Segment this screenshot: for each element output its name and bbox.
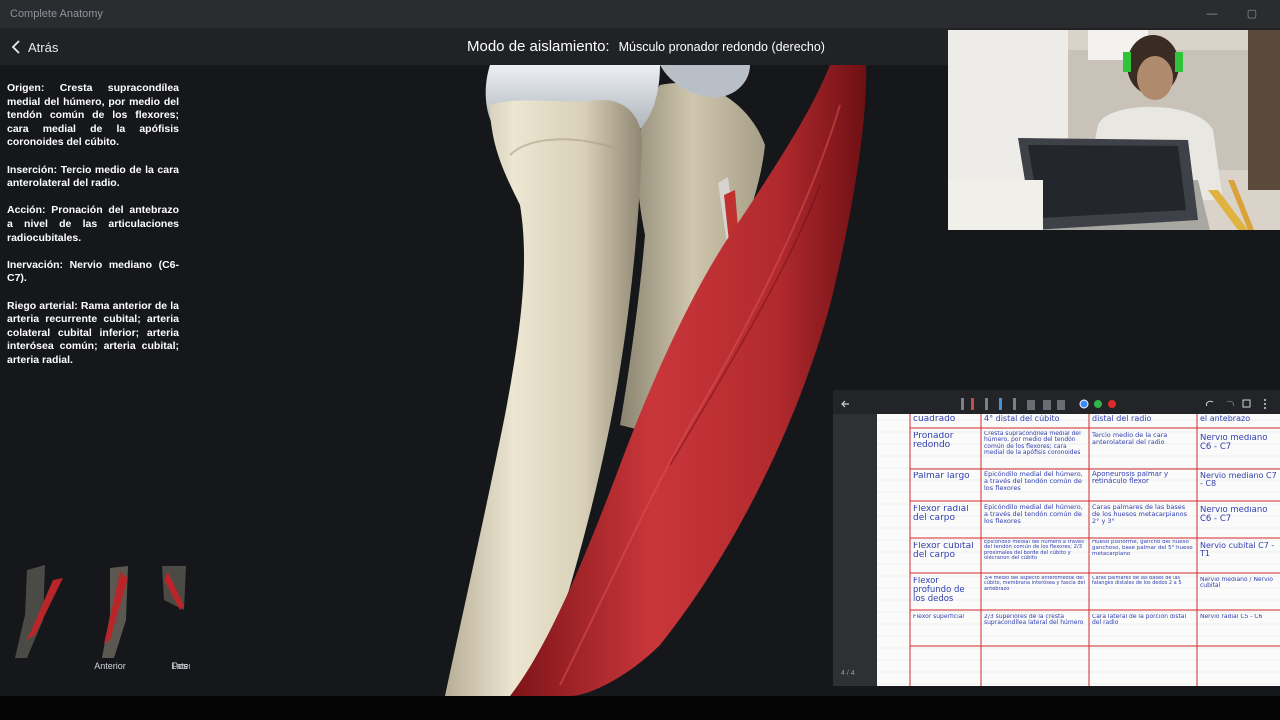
chevron-left-icon — [11, 40, 20, 54]
table-cell: Nervio radial C5 - C6 — [1200, 614, 1263, 620]
table-cell: Cara lateral de la porción distal del ra… — [1092, 614, 1187, 627]
table-cell: 2/3 superiores de la cresta supracondíle… — [984, 614, 1084, 627]
table-cell: Nervio mediano C6 - C7 — [1200, 434, 1268, 452]
table-cell: Nervio mediano C7 - C8 — [1200, 472, 1277, 489]
muscle-info-panel: Origen: Cresta supracondílea medial del … — [7, 82, 179, 381]
table-cell: Tercio medio de la cara anterolateral de… — [1092, 432, 1168, 446]
table-cell: cuadrado — [913, 415, 956, 424]
table-cell: Epicóndilo medial del húmero, a través d… — [984, 504, 1083, 525]
table-cell: el antebrazo — [1200, 415, 1251, 423]
table-cell: Caras palmares de las bases de las falan… — [1092, 576, 1182, 587]
webcam-overlay — [948, 30, 1280, 230]
isolation-mode-title: Modo de aislamiento: Músculo pronador re… — [467, 38, 825, 55]
table-cell: Cresta supracondílea medial del húmero, … — [984, 431, 1081, 456]
notes-overlay[interactable]: cuadrado 4° distal del cúbito distal del… — [833, 390, 1280, 686]
table-cell: Flexor radial del carpo — [913, 505, 969, 524]
back-label: Atrás — [28, 39, 59, 55]
table-cell: 4° distal del cúbito — [984, 415, 1060, 423]
lateral-view-icon — [102, 566, 128, 658]
table-cell: Hueso pisiforme, gancho del hueso gancho… — [1092, 540, 1193, 557]
restore-button[interactable]: ▢ — [1244, 6, 1260, 22]
blood-supply-text: Riego arterial: Rama anterior de la arte… — [7, 299, 179, 366]
table-cell: Epicóndilo medial del húmero a través de… — [984, 540, 1084, 562]
posterior-view-icon — [162, 566, 186, 610]
thumbnail-posterior[interactable]: Pos — [150, 560, 190, 675]
table-cell: Epicóndilo medial del húmero, a través d… — [984, 471, 1083, 492]
notes-page[interactable]: cuadrado 4° distal del cúbito distal del… — [877, 414, 1280, 686]
table-cell: Flexor superficial — [913, 614, 965, 620]
table-cell: 3/4 medio del aspecto anteromedial del c… — [984, 576, 1085, 592]
page-indicator: 4 / 4 — [841, 670, 855, 677]
action-text: Acción: Pronación del antebrazo a nivel … — [7, 204, 179, 244]
thumbnail-anterior[interactable]: Anterior — [5, 560, 126, 675]
structure-name: Músculo pronador redondo (derecho) — [618, 40, 825, 54]
mode-label: Modo de aislamiento: — [467, 38, 610, 55]
thumbnail-lateral[interactable]: Lateral — [80, 560, 190, 675]
app-title: Complete Anatomy — [10, 8, 103, 20]
table-cell: distal del radio — [1092, 415, 1152, 423]
insertion-text: Inserción: Tercio medio de la cara anter… — [7, 163, 179, 190]
minimize-button[interactable]: — — [1204, 6, 1220, 22]
notes-toolbar-icons — [841, 398, 1266, 410]
table-cell: Nervio mediano / Nervio cubital — [1200, 577, 1273, 590]
window-titlebar: Complete Anatomy — ▢ — [0, 0, 1280, 28]
table-cell: Nervio mediano C6 - C7 — [1200, 506, 1268, 524]
anterior-view-icon — [15, 565, 63, 658]
notes-toolbar — [833, 390, 1280, 414]
back-button[interactable]: Atrás — [10, 36, 58, 58]
thumbnail-label-posterior: Pos — [172, 661, 188, 671]
table-cell: Aponeurosis palmar y retináculo flexor — [1092, 471, 1169, 486]
table-cell: Nervio cubital C7 - T1 — [1200, 542, 1275, 559]
table-cell: Flexor cubital del carpo — [913, 542, 974, 561]
webcam-video — [948, 30, 1280, 230]
table-cell: Pronador redondo — [913, 432, 954, 451]
table-cell: Caras palmares de las bases de los hueso… — [1092, 504, 1187, 525]
view-thumbnails: Anterior Lateral Pos — [0, 560, 190, 680]
table-cell: Palmar largo — [913, 472, 970, 481]
origin-text: Origen: Cresta supracondílea medial del … — [7, 82, 179, 149]
innervation-text: Inervación: Nervio mediano (C6-C7). — [7, 258, 179, 285]
table-cell: Flexor profundo de los dedos — [913, 577, 965, 604]
bottom-bar — [0, 696, 1280, 720]
